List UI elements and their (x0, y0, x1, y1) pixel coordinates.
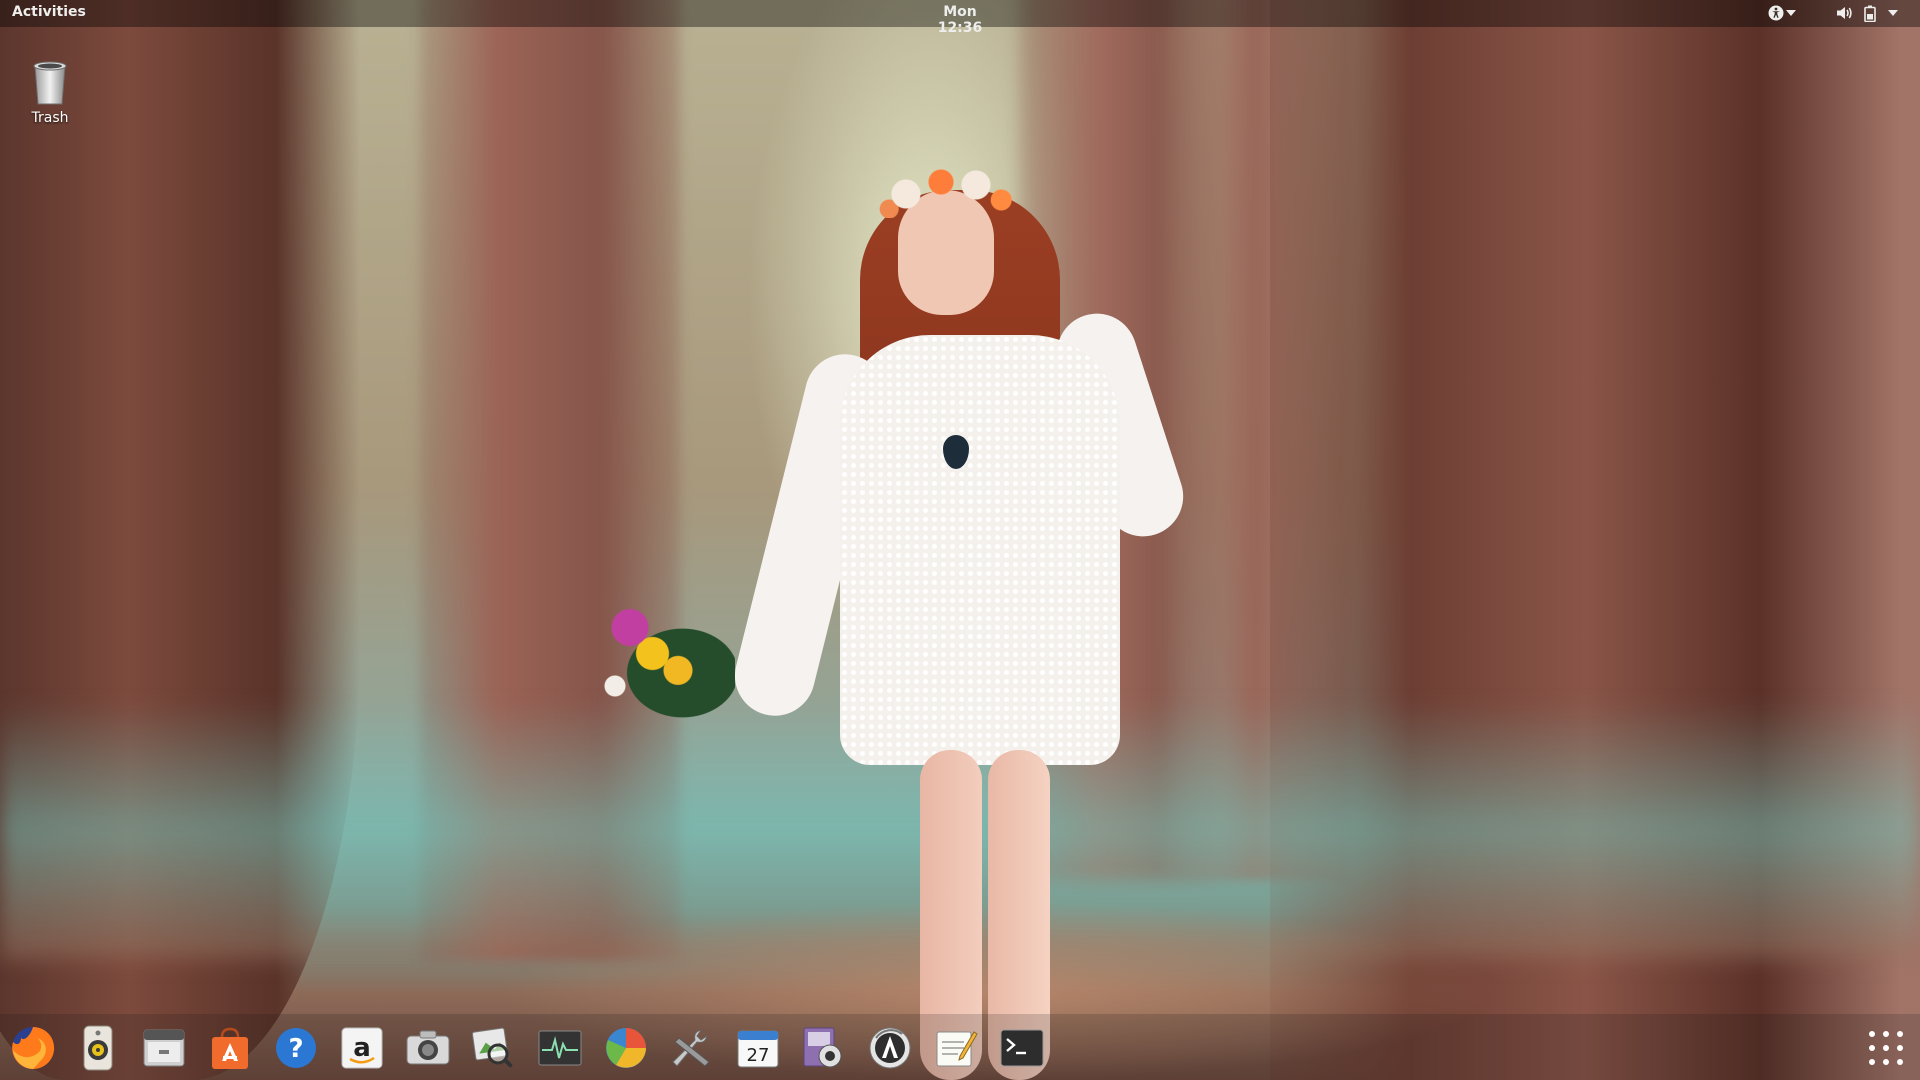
dock-item-software-updater[interactable] (864, 1022, 916, 1074)
dock-item-text-editor[interactable] (930, 1022, 982, 1074)
dock-item-screenshot[interactable] (402, 1022, 454, 1074)
tools-icon (672, 1029, 710, 1067)
trash-icon (33, 61, 67, 105)
speaker-icon (83, 1025, 113, 1071)
desktop-wallpaper (0, 0, 1920, 1080)
desktop-trash[interactable]: Trash (14, 58, 86, 126)
updater-icon (869, 1027, 911, 1069)
text-editor-icon (936, 1031, 978, 1067)
dock-item-help[interactable]: ? (270, 1022, 322, 1074)
svg-text:?: ? (288, 1034, 303, 1064)
battery-icon (1864, 5, 1876, 22)
dock-item-system-monitor[interactable] (534, 1022, 586, 1074)
dock-item-image-viewer[interactable] (468, 1022, 520, 1074)
camera-icon (406, 1030, 450, 1065)
files-icon (143, 1029, 185, 1067)
dock-item-firefox[interactable] (7, 1022, 59, 1074)
system-monitor-icon (538, 1030, 582, 1066)
calendar-date: 27 (747, 1045, 770, 1066)
dock-item-calendar[interactable]: 27 (732, 1022, 784, 1074)
terminal-icon (1000, 1029, 1044, 1067)
white-dress (840, 335, 1120, 765)
help-icon: ? (276, 1028, 316, 1068)
dock-item-rhythmbox[interactable] (72, 1022, 124, 1074)
firefox-icon (12, 1026, 55, 1069)
system-tray (1768, 3, 1904, 23)
activities-button[interactable]: Activities (12, 4, 86, 20)
show-applications-button[interactable] (1866, 1028, 1906, 1068)
status-menu[interactable] (1836, 5, 1904, 22)
webcam-icon (803, 1027, 842, 1068)
disk-usage-icon (606, 1028, 646, 1068)
dock: ? a 27 (0, 1014, 1920, 1080)
accessibility-menu[interactable] (1768, 5, 1802, 21)
dock-item-disk-usage[interactable] (600, 1022, 652, 1074)
clock-menu[interactable]: Mon 12:36 (925, 4, 995, 36)
accessibility-icon (1768, 5, 1784, 21)
chevron-down-icon (1786, 10, 1796, 16)
flower-crown (878, 158, 1018, 218)
desktop-icon-label: Trash (31, 110, 69, 126)
dock-item-files[interactable] (138, 1022, 190, 1074)
volume-icon (1837, 7, 1852, 19)
dock-item-system-tools[interactable] (666, 1022, 718, 1074)
calendar-icon: 27 (737, 1030, 779, 1068)
dock-item-terminal[interactable] (996, 1022, 1048, 1074)
flower-bouquet (585, 595, 735, 725)
top-bar: Activities Mon 12:36 (0, 0, 1920, 36)
app-grid-icon (1869, 1031, 1903, 1065)
image-viewer-icon (472, 1027, 513, 1068)
dock-item-software-center[interactable] (204, 1022, 256, 1074)
software-center-icon (212, 1027, 248, 1069)
wallpaper-woman (585, 150, 1194, 1080)
amazon-icon: a (341, 1027, 383, 1069)
svg-text:a: a (353, 1033, 371, 1063)
chevron-down-icon (1888, 10, 1898, 16)
dock-item-amazon[interactable]: a (336, 1022, 388, 1074)
dock-item-cheese[interactable] (798, 1022, 850, 1074)
